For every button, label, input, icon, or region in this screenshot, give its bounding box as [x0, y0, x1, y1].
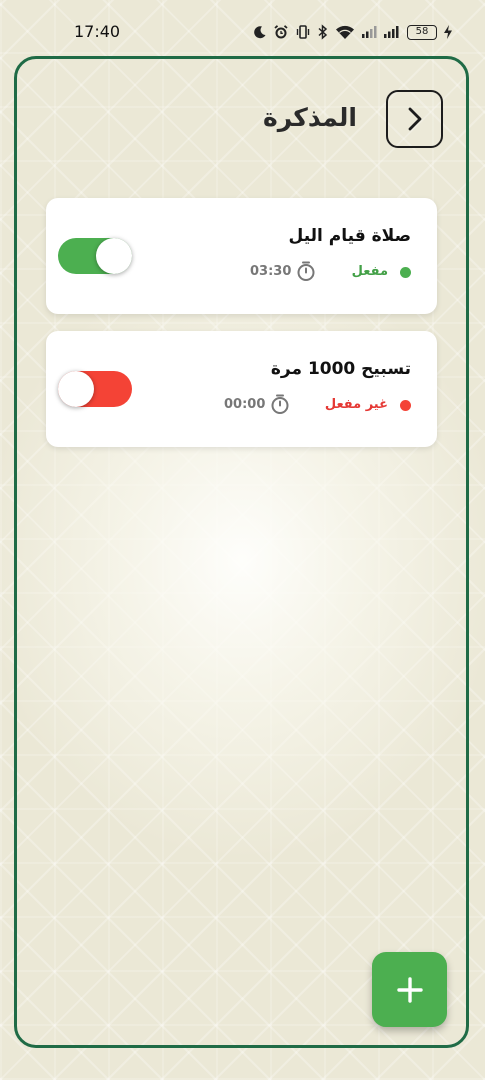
battery-icon: 58: [407, 24, 437, 40]
timer-icon: [297, 261, 315, 281]
signal-icon: [383, 25, 401, 39]
back-button[interactable]: [386, 90, 443, 148]
reminder-time: 03:30: [250, 264, 292, 279]
status-time: 17:40: [74, 22, 121, 41]
signal-icon: [361, 25, 377, 39]
battery-level: 58: [415, 26, 429, 37]
status-dot: [400, 400, 411, 411]
reminder-toggle[interactable]: [58, 238, 132, 274]
add-reminder-button[interactable]: [372, 952, 447, 1027]
plus-icon: [396, 976, 423, 1003]
reminder-time: 00:00: [224, 397, 266, 412]
wifi-icon: [335, 24, 355, 40]
vibrate-icon: [295, 24, 311, 40]
status-dot: [400, 267, 411, 278]
charging-icon: [443, 24, 453, 40]
alarm-icon: [273, 24, 289, 40]
chevron-right-icon: [408, 107, 421, 131]
status-badge: غير مفعل: [324, 397, 388, 412]
status-bar: 17:40 58: [0, 0, 485, 56]
bluetooth-icon: [317, 24, 329, 40]
toggle-knob: [96, 238, 132, 274]
moon-icon: [253, 25, 267, 39]
status-badge: مفعل: [351, 264, 388, 279]
reminder-title: صلاة قيام اليل: [288, 226, 411, 246]
reminder-card[interactable]: صلاة قيام اليل مفعل 03:30: [46, 198, 437, 314]
timer-icon: [271, 394, 289, 414]
status-icons: 58: [253, 22, 453, 42]
page-title: المذكرة: [262, 103, 357, 132]
toggle-knob: [58, 371, 94, 407]
reminder-title: تسبيح 1000 مرة: [270, 359, 411, 379]
reminder-toggle[interactable]: [58, 371, 132, 407]
reminder-card[interactable]: تسبيح 1000 مرة غير مفعل 00:00: [46, 331, 437, 447]
